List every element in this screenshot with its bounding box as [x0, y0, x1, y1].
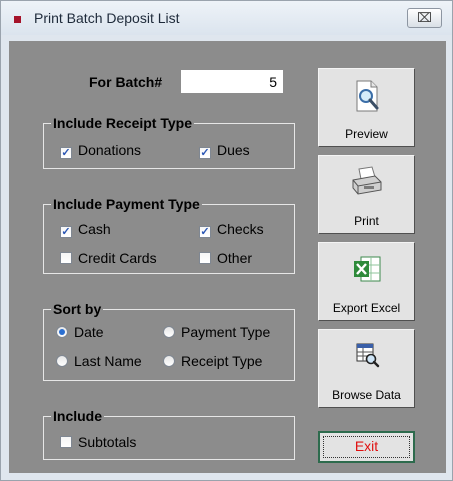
radio-selected-icon: [56, 326, 68, 338]
export-excel-label: Export Excel: [332, 301, 401, 315]
sort-payment-type-radio[interactable]: Payment Type: [163, 324, 270, 340]
window-title: Print Batch Deposit List: [34, 10, 180, 26]
radio-unselected-icon: [163, 326, 175, 338]
date-label: Date: [74, 324, 104, 340]
printer-icon: [352, 166, 381, 195]
preview-icon: [356, 80, 378, 112]
checkbox-checked-icon: ✓: [60, 226, 72, 238]
app-icon: [14, 16, 21, 23]
payment-type-label: Payment Type: [181, 324, 271, 340]
sort-by-title: Sort by: [51, 300, 104, 318]
other-checkbox[interactable]: Other: [199, 250, 252, 266]
radio-unselected-icon: [163, 355, 175, 367]
receipt-type-group: Include Receipt Type ✓ Donations ✓ Dues: [43, 114, 295, 169]
checkbox-checked-icon: ✓: [60, 147, 72, 159]
subtotals-label: Subtotals: [78, 434, 137, 450]
dues-checkbox[interactable]: ✓ Dues: [199, 142, 250, 159]
dues-label: Dues: [217, 142, 250, 158]
checkbox-unchecked-icon: [60, 436, 72, 448]
donations-label: Donations: [78, 142, 142, 158]
cash-checkbox[interactable]: ✓ Cash: [60, 221, 111, 238]
browse-data-label: Browse Data: [332, 388, 401, 402]
preview-label: Preview: [345, 127, 388, 141]
title-bar[interactable]: Print Batch Deposit List ⌧: [1, 1, 452, 35]
checkbox-unchecked-icon: [60, 252, 72, 264]
checkbox-unchecked-icon: [199, 252, 211, 264]
sort-receipt-type-radio[interactable]: Receipt Type: [163, 353, 262, 369]
checkbox-checked-icon: ✓: [199, 147, 211, 159]
export-excel-button[interactable]: Export Excel: [318, 242, 415, 321]
checks-checkbox[interactable]: ✓ Checks: [199, 221, 264, 238]
focus-rectangle: [323, 436, 410, 458]
close-button[interactable]: ⌧: [407, 8, 442, 28]
sort-last-name-radio[interactable]: Last Name: [56, 353, 142, 369]
receipt-type-title: Include Receipt Type: [51, 114, 194, 132]
credit-cards-checkbox[interactable]: Credit Cards: [60, 250, 157, 266]
exit-button[interactable]: Exit: [318, 431, 415, 463]
payment-type-title: Include Payment Type: [51, 195, 202, 213]
credit-cards-label: Credit Cards: [78, 250, 157, 266]
radio-unselected-icon: [56, 355, 68, 367]
excel-icon: [353, 256, 380, 282]
checkbox-checked-icon: ✓: [199, 226, 211, 238]
form-panel: For Batch# Include Receipt Type ✓ Donatio…: [9, 41, 446, 473]
print-batch-deposit-window: Print Batch Deposit List ⌧ For Batch# In…: [0, 0, 453, 481]
browse-data-button[interactable]: Browse Data: [318, 329, 415, 408]
print-button[interactable]: Print: [318, 155, 415, 234]
subtotals-checkbox[interactable]: Subtotals: [60, 434, 136, 450]
sort-by-group: Sort by Date Payment Type Last Name Rece…: [43, 300, 295, 381]
checks-label: Checks: [217, 221, 264, 237]
preview-button[interactable]: Preview: [318, 68, 415, 147]
print-label: Print: [354, 214, 379, 228]
cash-label: Cash: [78, 221, 111, 237]
browse-data-icon: [356, 343, 379, 368]
batch-number-input[interactable]: [181, 70, 283, 93]
sort-date-radio[interactable]: Date: [56, 324, 104, 340]
include-title: Include: [51, 407, 105, 425]
payment-type-group: Include Payment Type ✓ Cash ✓ Checks Credi…: [43, 195, 295, 274]
last-name-label: Last Name: [74, 353, 142, 369]
other-label: Other: [217, 250, 253, 266]
donations-checkbox[interactable]: ✓ Donations: [60, 142, 141, 159]
receipt-type-label: Receipt Type: [181, 353, 263, 369]
include-group: Include Subtotals: [43, 407, 295, 460]
batch-label: For Batch#: [89, 74, 163, 90]
close-icon: ⌧: [417, 10, 432, 25]
